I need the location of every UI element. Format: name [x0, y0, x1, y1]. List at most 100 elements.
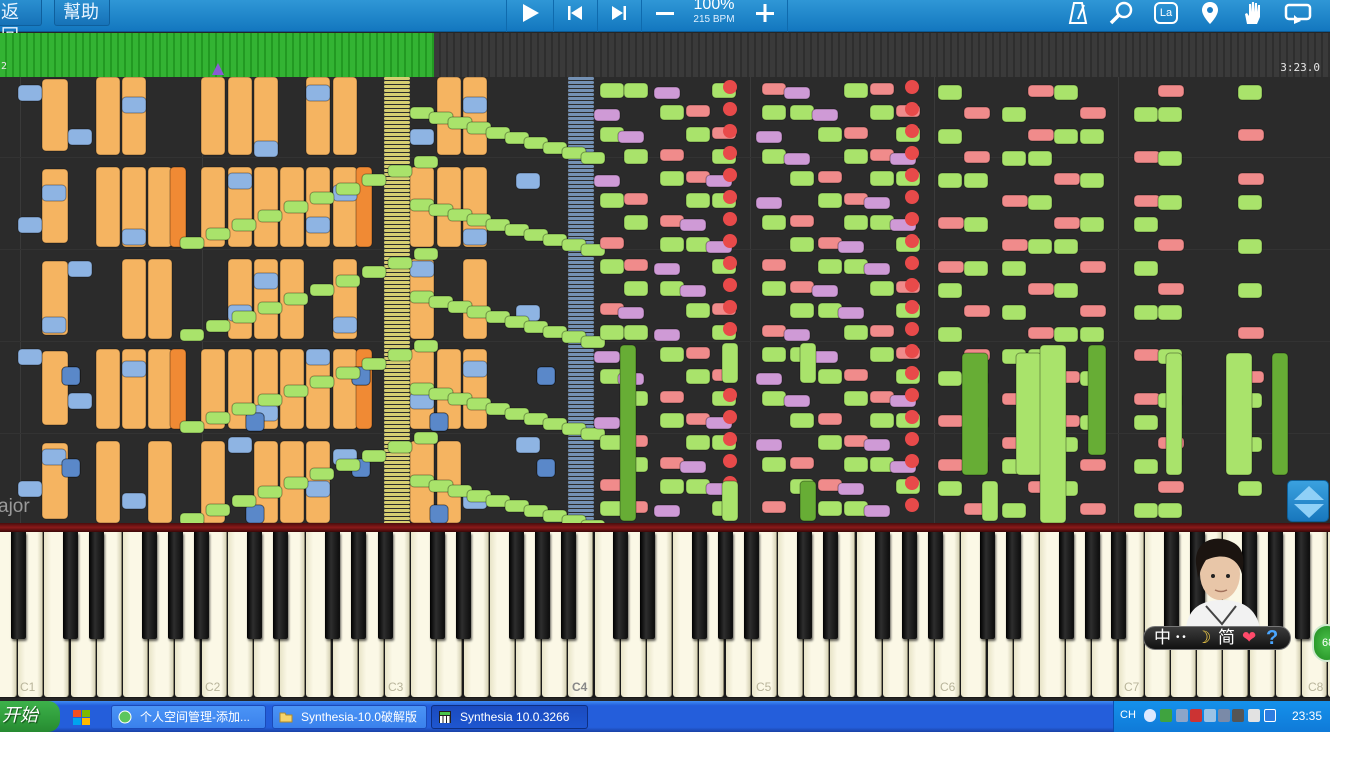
black-key[interactable]: [508, 532, 524, 639]
falling-note: [1027, 194, 1053, 211]
falling-note: [1157, 150, 1183, 167]
falling-note: [937, 282, 963, 299]
falling-note: [905, 278, 919, 292]
play-icon[interactable]: [514, 0, 546, 26]
tray-arrow-icon[interactable]: [1144, 709, 1156, 722]
tray-security-icon[interactable]: [1160, 709, 1172, 722]
skip-forward-icon[interactable]: [604, 0, 634, 26]
falling-note: [384, 209, 410, 212]
falling-note: [568, 221, 594, 224]
language-indicator[interactable]: CH: [1120, 709, 1136, 721]
heart-icon[interactable]: ❤: [1242, 627, 1256, 649]
falling-note: [568, 133, 594, 136]
falling-note: [963, 216, 989, 233]
black-key[interactable]: [167, 532, 183, 639]
ime-help-icon[interactable]: ?: [1266, 627, 1278, 649]
black-key[interactable]: [901, 532, 917, 639]
ime-toolbar[interactable]: 中 • • ☽ 简 ❤ ?: [1143, 626, 1291, 650]
black-key[interactable]: [927, 532, 943, 639]
minus-icon[interactable]: [648, 0, 682, 26]
start-button[interactable]: 开始: [0, 701, 60, 732]
black-key[interactable]: [456, 532, 472, 639]
black-key[interactable]: [194, 532, 210, 639]
tray-monitor-icon[interactable]: [1264, 709, 1276, 722]
location-pin-icon[interactable]: [1194, 0, 1226, 26]
falling-note: [361, 265, 387, 279]
note-label-icon[interactable]: La: [1150, 0, 1182, 26]
black-key[interactable]: [875, 532, 891, 639]
tray-network-icon-2[interactable]: [1218, 709, 1230, 722]
black-key[interactable]: [534, 532, 550, 639]
ime-punctuation[interactable]: • •: [1176, 627, 1186, 649]
black-key[interactable]: [10, 532, 26, 639]
tray-network-icon[interactable]: [1176, 709, 1188, 722]
black-key[interactable]: [691, 532, 707, 639]
black-key[interactable]: [272, 532, 288, 639]
falling-note: [536, 458, 556, 478]
falling-note: [723, 256, 737, 270]
black-key[interactable]: [718, 532, 734, 639]
black-key[interactable]: [351, 532, 367, 639]
falling-note: [685, 104, 711, 118]
task-synthesia[interactable]: Synthesia 10.0.3266: [431, 705, 588, 729]
falling-note: [1053, 216, 1081, 230]
skip-back-icon[interactable]: [560, 0, 590, 26]
back-button[interactable]: 返回: [0, 0, 42, 46]
help-button[interactable]: 幫助: [54, 0, 110, 26]
falling-note: [384, 469, 410, 472]
black-key[interactable]: [980, 532, 996, 639]
task-folder[interactable]: Synthesia-10.0破解版: [272, 705, 427, 729]
black-key[interactable]: [429, 532, 445, 639]
black-key[interactable]: [1058, 532, 1074, 639]
ime-mode[interactable]: 中: [1154, 627, 1171, 649]
black-key[interactable]: [246, 532, 262, 639]
magnifier-icon[interactable]: [1104, 0, 1138, 26]
black-key[interactable]: [1294, 532, 1310, 639]
falling-note: [789, 236, 815, 253]
plus-icon[interactable]: [748, 0, 782, 26]
black-key[interactable]: [141, 532, 157, 639]
show-desktop-icon[interactable]: [70, 707, 96, 727]
black-key[interactable]: [613, 532, 629, 639]
falling-note: [95, 348, 121, 430]
metronome-icon[interactable]: [1062, 0, 1094, 26]
black-key[interactable]: [744, 532, 760, 639]
black-key[interactable]: [63, 532, 79, 639]
falling-note: [253, 272, 279, 290]
falling-note: [811, 284, 839, 298]
black-key[interactable]: [377, 532, 393, 639]
black-key[interactable]: [796, 532, 812, 639]
black-key[interactable]: [89, 532, 105, 639]
folder-icon: [279, 712, 293, 723]
black-key[interactable]: [639, 532, 655, 639]
tray-volume-icon[interactable]: [1204, 709, 1216, 722]
tray-pen-icon[interactable]: [1248, 709, 1260, 722]
falling-note: [659, 170, 685, 187]
task-browser[interactable]: 个人空间管理-添加...: [111, 705, 266, 729]
black-key[interactable]: [1084, 532, 1100, 639]
black-key[interactable]: [1268, 532, 1284, 639]
black-key[interactable]: [822, 532, 838, 639]
black-key[interactable]: [325, 532, 341, 639]
falling-note: [227, 172, 253, 190]
playhead-marker[interactable]: [212, 63, 224, 75]
tray-app-icon[interactable]: [1232, 709, 1244, 722]
moon-icon[interactable]: ☽: [1196, 627, 1211, 649]
song-progress-bar[interactable]: [0, 33, 1330, 77]
black-key[interactable]: [1006, 532, 1022, 639]
falling-note: [384, 281, 410, 284]
falling-note: [685, 434, 711, 451]
black-key[interactable]: [1111, 532, 1127, 639]
falling-note: [568, 393, 594, 396]
piano-keyboard[interactable]: C1 C2 C3 C4 C5 C6 C7 C8: [0, 532, 1330, 698]
loop-icon[interactable]: [1280, 0, 1316, 26]
tray-network-error-icon[interactable]: [1190, 709, 1202, 722]
ime-script[interactable]: 简: [1218, 627, 1235, 649]
scroll-up-down-button[interactable]: [1287, 480, 1329, 522]
black-key[interactable]: [560, 532, 576, 639]
hand-icon[interactable]: [1236, 0, 1270, 26]
falling-note: [789, 170, 815, 187]
green-counter-badge[interactable]: 68: [1312, 624, 1330, 662]
falling-note: [41, 78, 69, 152]
white-key[interactable]: [1328, 532, 1330, 697]
